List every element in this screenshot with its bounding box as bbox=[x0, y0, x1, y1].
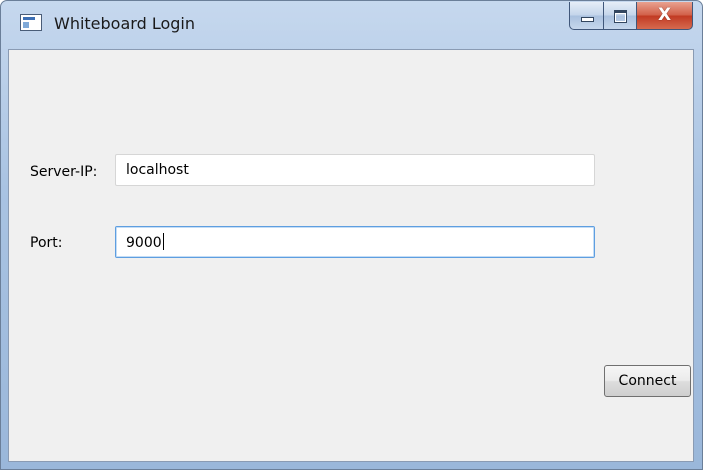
login-form: Server-IP: localhost Port: 9000 Connect bbox=[8, 49, 694, 462]
port-value: 9000 bbox=[126, 235, 162, 251]
maximize-icon bbox=[614, 10, 627, 23]
connect-button[interactable]: Connect bbox=[604, 365, 691, 397]
window-title: Whiteboard Login bbox=[54, 14, 195, 33]
port-input[interactable]: 9000 bbox=[115, 226, 595, 258]
app-window-icon bbox=[20, 14, 42, 31]
login-window: Whiteboard Login X Server-IP: localhost … bbox=[0, 0, 703, 470]
minimize-icon bbox=[581, 17, 594, 22]
close-button[interactable]: X bbox=[637, 2, 693, 30]
close-icon: X bbox=[657, 5, 672, 25]
server-ip-label: Server-IP: bbox=[30, 164, 98, 180]
maximize-button[interactable] bbox=[603, 2, 637, 30]
minimize-button[interactable] bbox=[569, 2, 603, 30]
text-caret bbox=[162, 233, 164, 250]
title-bar[interactable]: Whiteboard Login X bbox=[1, 1, 702, 49]
server-ip-value: localhost bbox=[126, 162, 189, 178]
port-value-wrap: 9000 bbox=[126, 233, 164, 252]
port-label: Port: bbox=[30, 235, 63, 251]
server-ip-input[interactable]: localhost bbox=[115, 154, 595, 186]
caption-buttons: X bbox=[569, 2, 693, 30]
